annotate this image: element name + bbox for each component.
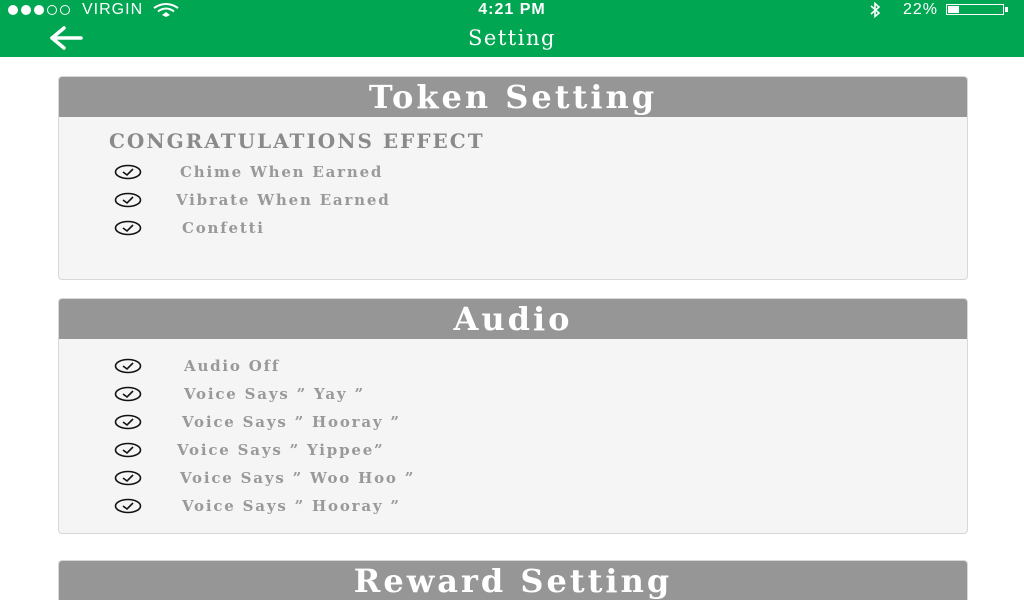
option-voice-yippee[interactable]: Voice Says ” Yippee” <box>114 440 384 460</box>
check-circle-icon[interactable] <box>114 358 142 374</box>
option-label: Vibrate When Earned <box>176 191 391 209</box>
check-circle-icon[interactable] <box>114 470 142 486</box>
status-bar: VIRGIN 4:21 PM 22% <box>0 0 1024 19</box>
option-label: Voice Says ” Hooray ” <box>182 497 401 515</box>
check-circle-icon[interactable] <box>114 192 142 208</box>
audio-header: Audio <box>59 299 967 339</box>
bluetooth-icon <box>870 1 881 18</box>
reward-setting-card: Reward Setting <box>58 560 968 600</box>
option-audio-off[interactable]: Audio Off <box>114 356 280 376</box>
option-vibrate[interactable]: Vibrate When Earned <box>114 190 391 210</box>
option-voice-woo-hoo[interactable]: Voice Says ” Woo Hoo ” <box>114 468 415 488</box>
check-circle-icon[interactable] <box>114 164 142 180</box>
check-circle-icon[interactable] <box>114 498 142 514</box>
option-voice-hooray[interactable]: Voice Says ” Hooray ” <box>114 412 401 432</box>
option-confetti[interactable]: Confetti <box>114 218 265 238</box>
battery-tip <box>1005 7 1008 12</box>
option-label: Audio Off <box>184 357 281 375</box>
navigation-bar: Setting <box>0 19 1024 57</box>
option-label: Voice Says ” Yippee” <box>177 441 385 459</box>
battery-fill <box>948 6 959 13</box>
option-voice-hooray-2[interactable]: Voice Says ” Hooray ” <box>114 496 401 516</box>
check-circle-icon[interactable] <box>114 414 142 430</box>
congratulations-effect-title: CONGRATULATIONS EFFECT <box>109 129 485 153</box>
reward-setting-header: Reward Setting <box>59 561 967 600</box>
check-circle-icon[interactable] <box>114 220 142 236</box>
option-label: Voice Says ” Yay ” <box>184 385 365 403</box>
battery-icon <box>946 4 1004 15</box>
option-chime[interactable]: Chime When Earned <box>114 162 383 182</box>
page-title: Setting <box>468 26 556 50</box>
audio-card: Audio Audio Off Voice Says ” Yay ” Voice… <box>58 298 968 534</box>
check-circle-icon[interactable] <box>114 386 142 402</box>
option-label: Voice Says ” Hooray ” <box>182 413 401 431</box>
option-label: Confetti <box>182 219 265 237</box>
token-setting-card: Token Setting CONGRATULATIONS EFFECT Chi… <box>58 76 968 280</box>
option-label: Chime When Earned <box>180 163 384 181</box>
option-label: Voice Says ” Woo Hoo ” <box>180 469 416 487</box>
battery-percent: 22% <box>902 1 938 18</box>
token-setting-header: Token Setting <box>59 77 967 117</box>
status-right: 22% <box>869 0 1008 19</box>
option-voice-yay[interactable]: Voice Says ” Yay ” <box>114 384 365 404</box>
check-circle-icon[interactable] <box>114 442 142 458</box>
